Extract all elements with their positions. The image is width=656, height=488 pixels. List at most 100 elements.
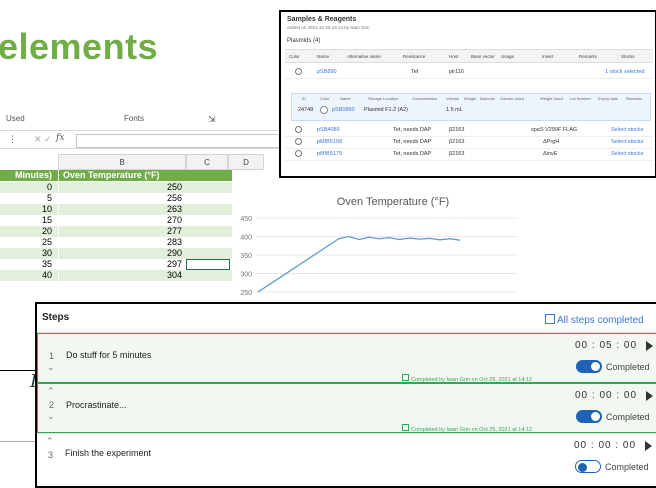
- th-stocks: Stocks: [621, 54, 635, 59]
- cell-temp[interactable]: 304: [58, 270, 186, 281]
- stock-subtable: ID Color Name Storage Location Concentra…: [291, 93, 651, 121]
- sub-th-weight: Weight: [464, 96, 477, 101]
- cell-minutes[interactable]: 0: [0, 182, 58, 193]
- steps-panel: Steps All steps completed 1 ⌄ Do stuff f…: [35, 302, 656, 488]
- steps-header: Steps All steps completed: [37, 304, 656, 333]
- step-text: Procrastinate...: [66, 400, 127, 410]
- plasmid-row[interactable]: pSB890 Tet pir116 1 stock selected: [285, 66, 653, 79]
- table-row: 15 270: [0, 215, 232, 226]
- y-tick-label: 450: [240, 216, 252, 223]
- th-host: Host: [449, 54, 459, 59]
- cell-temp[interactable]: 256: [58, 193, 186, 204]
- cell-temp[interactable]: 250: [58, 182, 186, 193]
- radio-button[interactable]: [295, 138, 302, 145]
- header-minutes[interactable]: Minutes): [0, 170, 58, 181]
- cell-temp[interactable]: 290: [58, 248, 186, 259]
- step-timer: 00 : 00 : 00: [575, 390, 638, 401]
- column-header-d[interactable]: D: [228, 154, 264, 170]
- plasmid-name-link[interactable]: pSB890: [317, 69, 337, 75]
- sub-th-expiry: Expiry date: [598, 96, 619, 101]
- cell-temp[interactable]: 270: [58, 215, 186, 226]
- radio-button[interactable]: [295, 68, 302, 75]
- chevron-down-icon[interactable]: ⌄: [47, 362, 55, 373]
- completed-toggle[interactable]: [576, 360, 602, 373]
- radio-button[interactable]: [295, 126, 302, 133]
- chevron-down-icon[interactable]: ⌄: [47, 411, 55, 422]
- plasmid-name-link[interactable]: pMIB5175: [317, 151, 342, 157]
- th-remarks: Remarks: [579, 54, 598, 59]
- step-timer: 00 : 00 : 00: [574, 440, 637, 451]
- plasmid-row[interactable]: pMIB5175 Tet, needs DAP β2163 ΔinvE Sele…: [285, 148, 653, 161]
- column-header-b[interactable]: B: [58, 154, 186, 170]
- plasmid-insert: spaS V299F FLAG: [531, 127, 578, 133]
- cell-minutes[interactable]: 40: [0, 270, 58, 281]
- table-row: 30 290: [0, 248, 232, 259]
- sub-th-remarks: Remarks: [626, 96, 643, 101]
- completed-toggle[interactable]: [575, 460, 601, 473]
- cell-minutes[interactable]: 5: [0, 193, 58, 204]
- table-row: 25 283: [0, 237, 232, 248]
- chevron-up-icon[interactable]: ⌃: [46, 436, 54, 447]
- steps-title: Steps: [42, 312, 70, 323]
- series-line: [257, 235, 461, 293]
- table-row: 35 297: [0, 259, 232, 270]
- th-name: Name: [317, 54, 330, 59]
- cell-temp[interactable]: 263: [58, 204, 186, 215]
- table-row: 5 256: [0, 193, 232, 204]
- cell-minutes[interactable]: 25: [0, 237, 58, 248]
- stocks-link[interactable]: Select stocks: [611, 151, 643, 157]
- cell-minutes[interactable]: 20: [0, 226, 58, 237]
- sub-th-name: Name: [340, 96, 351, 101]
- plasmid-name-link[interactable]: pSB4086: [317, 127, 340, 133]
- header-oven-temp[interactable]: Oven Temperature (°F): [58, 170, 186, 181]
- table-row: 0 250: [0, 182, 232, 193]
- completed-by-note: Completed by Iwan Grin on Oct 25, 2021 a…: [402, 374, 532, 383]
- play-icon[interactable]: [645, 441, 652, 451]
- cell-minutes[interactable]: 15: [0, 215, 58, 226]
- completed-by-note: Completed by Iwan Grin on Oct 25, 2021 a…: [402, 424, 532, 433]
- check-icon: [402, 374, 409, 381]
- completed-label: Completed: [606, 362, 650, 372]
- cell-temp[interactable]: 277: [58, 226, 186, 237]
- all-steps-completed-checkbox[interactable]: All steps completed: [545, 314, 644, 326]
- table-row: 20 277: [0, 226, 232, 237]
- formula-input[interactable]: [76, 134, 284, 148]
- cancel-icon[interactable]: ✕: [34, 134, 42, 145]
- cell-minutes[interactable]: 35: [0, 259, 58, 270]
- checkbox-icon[interactable]: [545, 314, 555, 324]
- toggle-knob: [591, 362, 600, 371]
- column-header-c[interactable]: C: [186, 154, 228, 170]
- stocks-link[interactable]: Select stocks: [611, 139, 643, 145]
- stocks-link[interactable]: Select stocks: [611, 127, 643, 133]
- sub-radio-button[interactable]: [320, 106, 328, 114]
- sub-name-link[interactable]: pSB0890: [332, 107, 355, 113]
- completed-toggle[interactable]: [576, 410, 602, 423]
- sub-th-location: Storage Location: [368, 96, 399, 101]
- cell-minutes[interactable]: 10: [0, 204, 58, 215]
- sub-th-weight-used: Weight Used: [540, 96, 563, 101]
- stocks-link[interactable]: 1 stock selected: [605, 69, 644, 75]
- th-resistance: Resistance: [403, 54, 426, 59]
- all-steps-completed-label: All steps completed: [557, 315, 644, 326]
- oven-temperature-chart[interactable]: Oven Temperature (°F) 450 400 350 300 250: [232, 190, 522, 300]
- y-tick-label: 400: [240, 235, 252, 242]
- sub-th-barcode: Barcode: [480, 96, 495, 101]
- th-alt-name: Alternative name: [347, 54, 381, 59]
- play-icon[interactable]: [646, 391, 653, 401]
- dialog-launcher-icon[interactable]: ⇲: [208, 114, 216, 125]
- sub-th-id: ID: [302, 96, 306, 101]
- fx-icon[interactable]: fx: [56, 133, 64, 143]
- name-box-dropdown-icon[interactable]: ⋮: [8, 134, 17, 145]
- step-number: 1: [49, 351, 55, 361]
- radio-button[interactable]: [295, 150, 302, 157]
- sub-th-volume-used: Volume Used: [500, 96, 524, 101]
- play-icon[interactable]: [646, 341, 653, 351]
- chevron-up-icon[interactable]: ⌃: [47, 386, 55, 397]
- cell-minutes[interactable]: 30: [0, 248, 58, 259]
- plasmid-name-link[interactable]: pMIB5168: [317, 139, 342, 145]
- cell-temp[interactable]: 283: [58, 237, 186, 248]
- confirm-icon[interactable]: ✓: [44, 134, 52, 145]
- cell-temp[interactable]: 297: [58, 259, 186, 270]
- selected-cell[interactable]: [186, 259, 230, 270]
- th-base-vector: Base vector: [471, 54, 495, 59]
